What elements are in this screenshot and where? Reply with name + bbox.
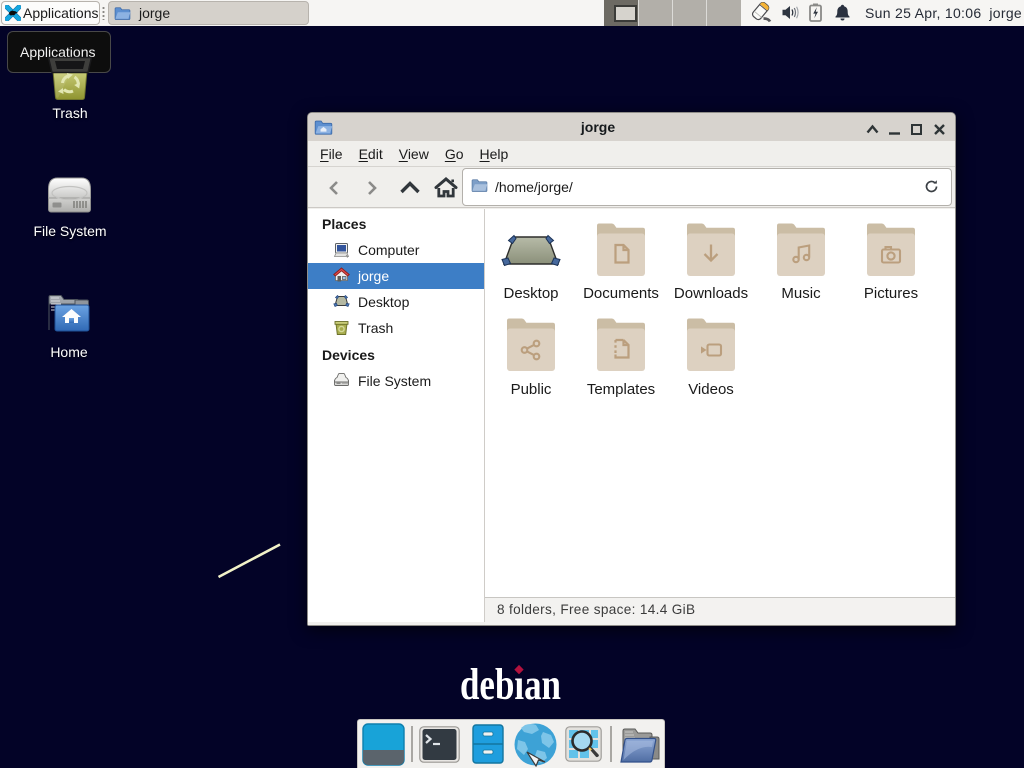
svg-text:debıan: debıan [460,660,561,709]
